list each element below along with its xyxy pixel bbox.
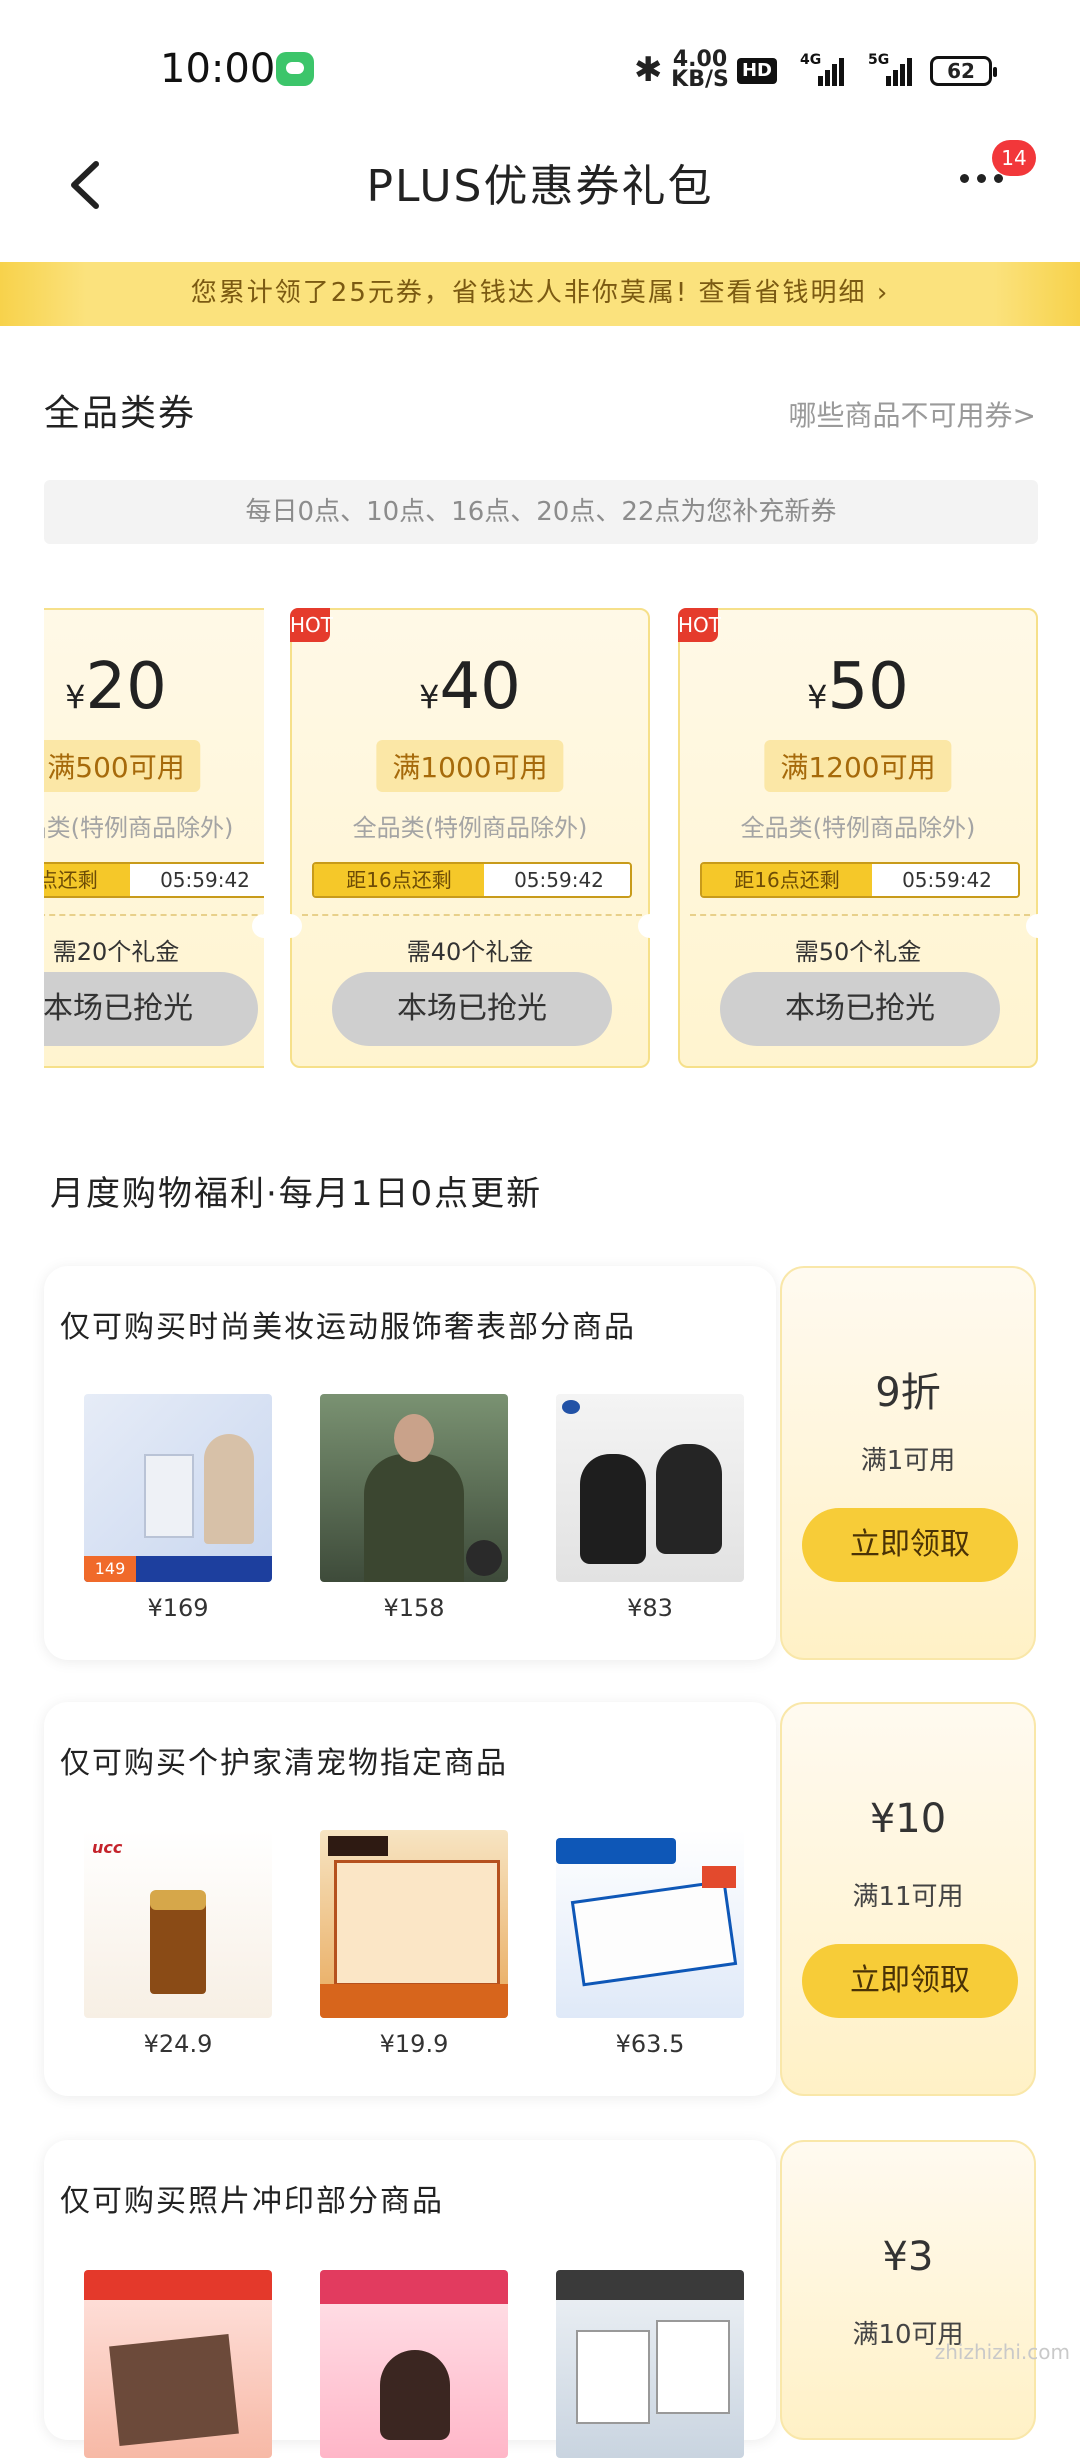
hot-badge: HOT: [678, 608, 721, 642]
coupon-divider: [690, 914, 1030, 916]
status-time: 10:00: [160, 46, 276, 92]
coupon-countdown: 距16点还剩 05:59:42: [700, 862, 1020, 898]
countdown-value: 05:59:42: [130, 864, 264, 896]
sold-out-button[interactable]: 本场已抢光: [720, 972, 1000, 1046]
benefit-coupon-panel: ¥10 满11可用 立即领取: [780, 1702, 1036, 2096]
countdown-label: 距16点还剩: [702, 864, 872, 896]
product-image-portrait-print[interactable]: [320, 2270, 508, 2458]
benefit-coupon-panel: 9折 满1可用 立即领取: [780, 1266, 1036, 1660]
benefit-condition: 满1可用: [860, 1446, 956, 1476]
network-speed: 4.00 KB/S: [671, 47, 729, 92]
product-image-coffee[interactable]: ucc: [84, 1830, 272, 2018]
hd-badge: HD: [737, 58, 777, 84]
product-image-photo-print[interactable]: [84, 2270, 272, 2458]
coupon-gift-requirement: 需50个礼金: [794, 938, 922, 966]
benefit-value: ¥3: [882, 2234, 934, 2280]
savings-banner-text[interactable]: 您累计领了25元券，省钱达人非你莫属! 查看省钱明细 ›: [0, 272, 1080, 309]
coupon-gift-requirement: 需20个礼金: [52, 938, 180, 966]
sold-out-button[interactable]: 本场已抢光: [332, 972, 612, 1046]
notification-badge: 14: [992, 140, 1036, 176]
coupon-scope: 全品类(特例商品除外): [352, 814, 588, 842]
svg-text:5G: 5G: [868, 52, 889, 68]
battery-indicator: 62: [930, 56, 997, 86]
coupon-card: HOT ¥40 满1000可用 全品类(特例商品除外) 距16点还剩 05:59…: [290, 608, 650, 1068]
signal-4g-icon: 4G: [800, 52, 844, 86]
product-price: ¥19.9: [379, 2030, 449, 2058]
coupon-condition: 满1000可用: [376, 740, 564, 792]
watermark: zhizhizhi.com: [934, 2340, 1070, 2364]
benefit-value: ¥10: [869, 1796, 947, 1842]
coupon-notch: [278, 914, 302, 938]
claim-button[interactable]: 立即领取: [802, 1508, 1018, 1582]
coupon-countdown: 距16点还剩 05:59:42: [44, 862, 264, 898]
countdown-label: 距16点还剩: [44, 864, 130, 896]
coupon-countdown: 距16点还剩 05:59:42: [312, 862, 632, 898]
coupon-scope: 全品类(特例商品除外): [740, 814, 976, 842]
coupon-divider: [302, 914, 642, 916]
coupon-divider: [44, 914, 264, 916]
product-image-cat-food[interactable]: [320, 1830, 508, 2018]
product-image-wafers[interactable]: [556, 1830, 744, 2018]
coupon-notch: [1026, 914, 1050, 938]
bluetooth-icon: ✱: [634, 50, 663, 90]
benefit-card: 仅可购买照片冲印部分商品: [44, 2140, 776, 2458]
product-price: ¥24.9: [143, 2030, 213, 2058]
coupon-notch: [252, 914, 276, 938]
benefit-value: 9折: [875, 1370, 941, 1416]
unavailable-products-link[interactable]: 哪些商品不可用券>: [789, 394, 1036, 434]
benefit-coupon-panel: ¥3 满10可用: [780, 2140, 1036, 2440]
coupon-amount: ¥40: [419, 650, 521, 724]
coupon-condition: 满1200可用: [764, 740, 952, 792]
product-image-loafers[interactable]: [556, 1394, 744, 1582]
monthly-benefits-title: 月度购物福利·每月1日0点更新: [50, 1174, 543, 1214]
product-price: ¥63.5: [615, 2030, 685, 2058]
coupon-amount: ¥20: [65, 650, 167, 724]
section-title-all-category: 全品类券: [44, 393, 197, 434]
coupon-card: HOT ¥50 满1200可用 全品类(特例商品除外) 距16点还剩 05:59…: [678, 608, 1038, 1068]
wechat-notification-icon: [276, 52, 314, 86]
benefit-card: 仅可购买个护家清宠物指定商品 ucc ¥24.9 ¥19.9 ¥63.5: [44, 1702, 776, 2096]
coupon-gift-requirement: 需40个礼金: [406, 938, 534, 966]
sold-out-button[interactable]: 本场已抢光: [44, 972, 258, 1046]
signal-5g-icon: 5G: [868, 52, 912, 86]
countdown-label: 距16点还剩: [314, 864, 484, 896]
benefit-condition: 满11可用: [852, 1882, 964, 1912]
coupon-amount: ¥50: [807, 650, 909, 724]
hot-badge: HOT: [290, 608, 333, 642]
benefit-card: 仅可购买时尚美妆运动服饰奢表部分商品 149 ¥169 ¥158 ¥83: [44, 1266, 776, 1660]
benefit-card-title: 仅可购买时尚美妆运动服饰奢表部分商品: [60, 1310, 636, 1345]
coupon-refresh-schedule: 每日0点、10点、16点、20点、22点为您补充新券: [44, 480, 1038, 544]
product-image-instant-print[interactable]: [556, 2270, 744, 2458]
coupon-clip-1: ¥20 满500可用 全品类(特例商品除外) 距16点还剩 05:59:42 需…: [44, 600, 264, 1080]
claim-button[interactable]: 立即领取: [802, 1944, 1018, 2018]
coupon-card: ¥20 满500可用 全品类(特例商品除外) 距16点还剩 05:59:42 需…: [44, 608, 264, 1068]
product-image-skincare[interactable]: 149: [84, 1394, 272, 1582]
coupon-scope: 全品类(特例商品除外): [44, 814, 234, 842]
product-price: ¥158: [383, 1594, 445, 1622]
coupon-condition: 满500可用: [44, 740, 201, 792]
benefit-card-title: 仅可购买个护家清宠物指定商品: [60, 1746, 508, 1781]
product-price: ¥83: [627, 1594, 673, 1622]
page-title: PLUS优惠券礼包: [366, 161, 714, 212]
svg-text:4G: 4G: [800, 52, 821, 68]
countdown-value: 05:59:42: [484, 864, 630, 896]
product-image-jacket[interactable]: [320, 1394, 508, 1582]
benefit-card-title: 仅可购买照片冲印部分商品: [60, 2184, 444, 2219]
countdown-value: 05:59:42: [872, 864, 1018, 896]
coupon-notch: [638, 914, 662, 938]
product-price: ¥169: [147, 1594, 209, 1622]
